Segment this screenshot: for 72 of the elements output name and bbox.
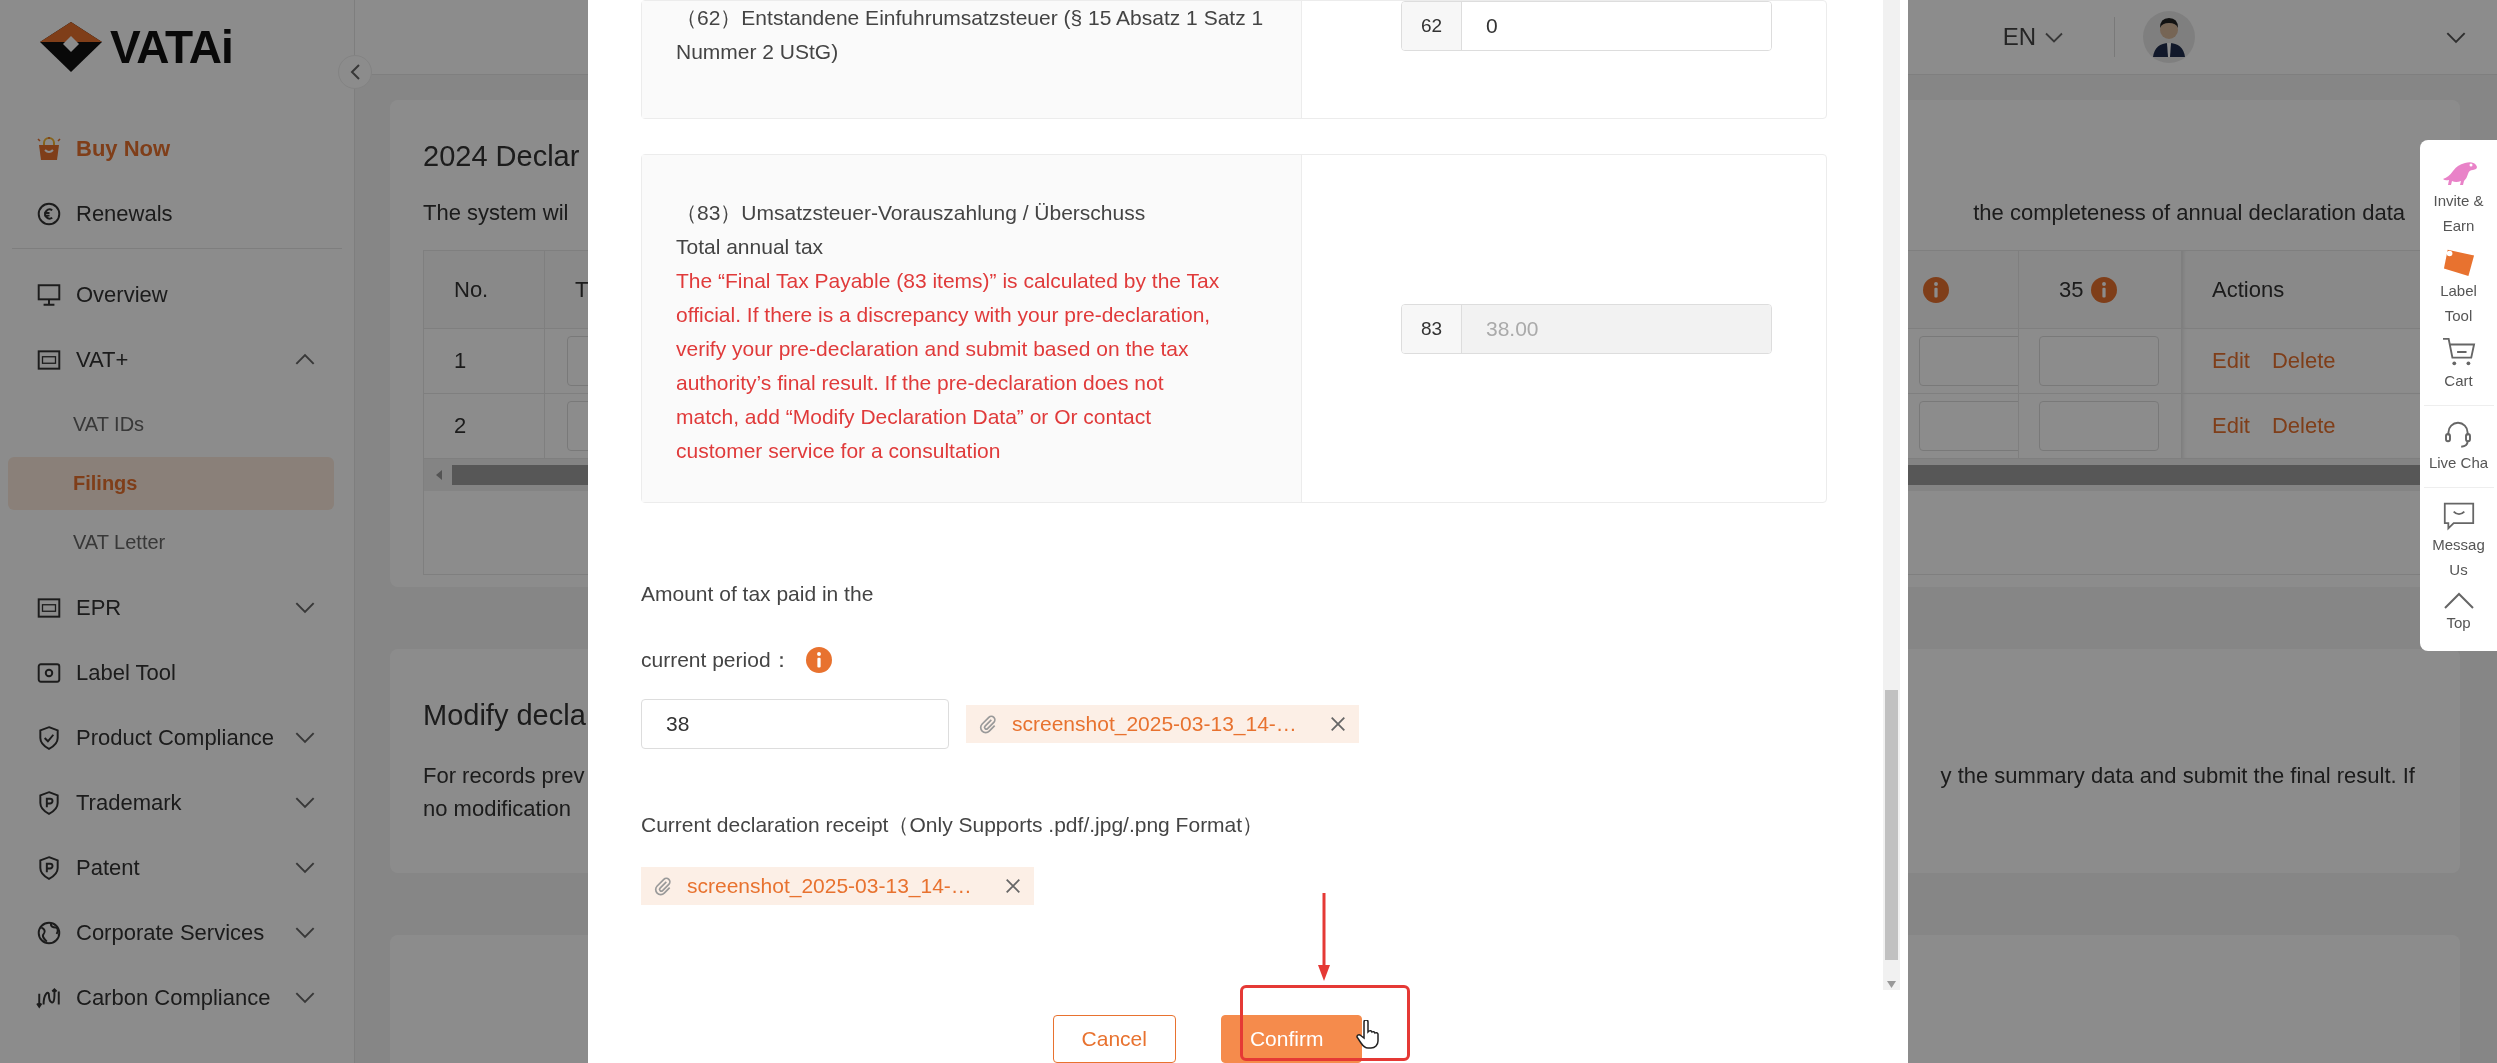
input-field[interactable]: 38 <box>641 699 949 749</box>
card-description: the completeness of annual declaration data <box>1973 199 2405 227</box>
sidebar-item[interactable]: Label Tool <box>8 640 346 705</box>
field-sublabel: Total annual tax <box>676 234 825 260</box>
sidebar-subitem[interactable]: VAT IDs <box>8 398 334 451</box>
toolbar-item[interactable]: Label Tool <box>2438 242 2479 332</box>
field-label: （62）Entstandene Einfuhrumsatzsteuer (§ 15 Absatz 1 Satz 1 Nummer 2 UStG) <box>676 5 1265 65</box>
field-code: 83 <box>1402 304 1462 353</box>
card-title: Modify decla <box>423 698 586 733</box>
paperclip-icon <box>978 714 998 734</box>
hand-cursor-icon <box>1356 1020 1380 1050</box>
info-icon <box>805 647 832 673</box>
monitor-icon <box>36 281 62 308</box>
scroll-left-icon[interactable] <box>434 469 444 481</box>
paperclip-icon <box>653 876 673 896</box>
info-icon <box>1923 276 1949 303</box>
avatar[interactable] <box>2143 11 2195 63</box>
close-icon[interactable] <box>1003 877 1022 895</box>
logo-text: VATAi <box>110 20 233 74</box>
cancel-button[interactable]: Cancel <box>1052 1015 1176 1063</box>
field-label: Current declaration receipt（Only Supports .pdf/.jpg/.png Format） <box>641 812 1265 838</box>
sidebar-item[interactable]: Trademark <box>8 770 346 835</box>
toolbar-item[interactable]: Cart <box>2438 332 2479 397</box>
sidebar-item[interactable]: VAT+ <box>8 327 346 392</box>
field-code: 62 <box>1402 2 1462 50</box>
sidebar-item[interactable]: Corporate Services <box>8 900 346 965</box>
toolbar-item[interactable]: Invite & Earn <box>2433 152 2484 242</box>
file-name[interactable]: screenshot_2025-03-13_14-… <box>1012 712 1297 736</box>
globe-icon <box>36 919 62 946</box>
card-description: For records prev <box>423 762 585 790</box>
sidebar-item[interactable]: Patent <box>8 835 346 900</box>
card-description: The system wil <box>423 199 569 227</box>
sidebar-item[interactable]: Renewals <box>8 181 346 246</box>
scrollbar[interactable] <box>1883 0 1900 990</box>
shield-icon <box>36 789 62 816</box>
toolbar-item[interactable]: Live Cha <box>2428 414 2489 479</box>
info-icon <box>2091 276 2118 303</box>
field-label: Amount of tax paid in the <box>641 581 875 607</box>
column-header: No. <box>454 276 489 303</box>
chevron-left-icon <box>349 63 361 81</box>
table-cell: 1 <box>454 348 467 374</box>
warning-note: The “Final Tax Payable (83 items)” is calculated by the Tax official. If there is a discrepancy with your pre-declaration, verify your pre-declaration and submit based on the tax authority’s final result. If the pre-declaration does not match, add “Modify Declaration Data” or Or contact customer service for a consultation <box>676 268 1221 464</box>
sidebar-item[interactable]: Overview <box>8 262 346 327</box>
close-icon[interactable] <box>1328 715 1347 733</box>
shield-icon <box>36 724 62 751</box>
language-selector[interactable]: EN <box>2002 23 2064 51</box>
chevron-down-icon[interactable] <box>2445 30 2467 44</box>
field-value: 38.00 <box>1462 304 1771 353</box>
input-field[interactable]: 62 0 <box>1401 1 1772 51</box>
column-header: T <box>575 276 589 303</box>
chevron-down-icon <box>2044 30 2064 44</box>
card-description: y the summary data and submit the final result. If <box>1940 762 2415 790</box>
logo-icon <box>40 22 102 72</box>
shopping-bag-icon <box>36 135 62 162</box>
sidebar-subitem[interactable]: VAT Letter <box>8 516 334 569</box>
shield-icon <box>36 854 62 881</box>
sidebar-item[interactable]: Product Compliance <box>8 705 346 770</box>
sidebar-item[interactable]: Carbon Compliance <box>8 965 346 1030</box>
sidebar-item[interactable]: EPR <box>8 575 346 640</box>
field-label: （83）Umsatzsteuer-Vorauszahlung / Überschuss <box>676 200 1147 226</box>
scroll-down-icon[interactable] <box>1887 981 1896 988</box>
file-name[interactable]: screenshot_2025-03-13_14-… <box>687 874 972 898</box>
table-cell: 2 <box>454 413 467 439</box>
column-header: 35 <box>2059 276 2084 303</box>
card-description: no modification <box>423 795 571 823</box>
toolbar-item[interactable]: Messag Us <box>2432 496 2485 586</box>
scrollbar-thumb[interactable] <box>1885 690 1898 960</box>
toolbar-item[interactable]: Top <box>2438 586 2479 639</box>
card-title: 2024 Declar <box>423 139 580 174</box>
euro-circle-icon <box>36 200 62 227</box>
field-label: current period： <box>641 647 792 673</box>
column-header: Actions <box>2212 276 2285 303</box>
